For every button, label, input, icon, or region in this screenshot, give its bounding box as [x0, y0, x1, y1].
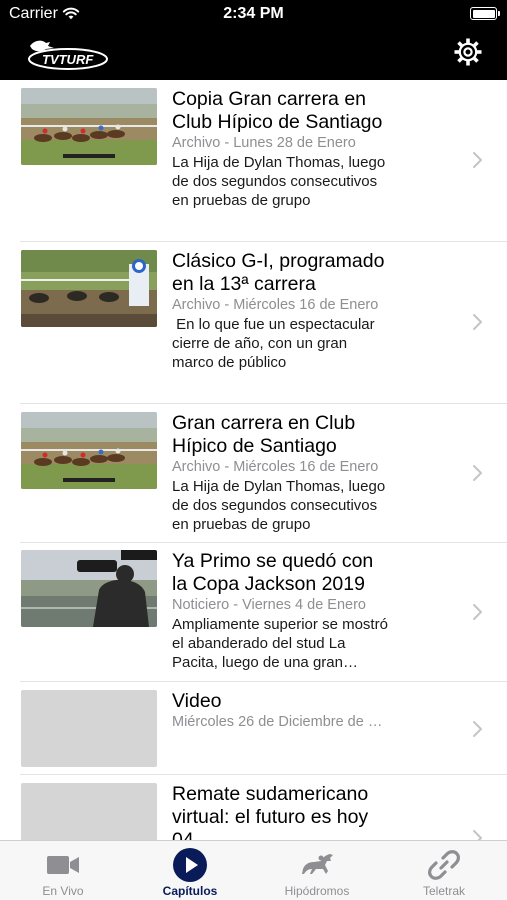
item-meta: Archivo - Lunes 28 de Enero	[172, 135, 356, 151]
item-meta: Archivo - Miércoles 16 de Enero	[172, 459, 379, 475]
tab-label: En Vivo	[42, 884, 84, 898]
chevron-right-icon	[473, 465, 482, 481]
list-item[interactable]: Clásico G-I, programado en la 13ª carrer…	[0, 242, 507, 404]
clock: 2:34 PM	[223, 5, 284, 22]
tab-teletrak[interactable]: Teletrak	[381, 841, 507, 900]
tab-bar: En Vivo Capítulos Hipódromos Teletrak	[0, 840, 507, 900]
horse-icon	[302, 854, 333, 874]
placeholder-thumbnail	[21, 690, 157, 767]
episode-list[interactable]: Copia Gran carrera en Club Hípico de San…	[0, 80, 507, 840]
list-item-content: Copia Gran carrera en Club Hípico de San…	[172, 88, 390, 210]
list-item[interactable]: Video Miércoles 26 de Diciembre de 2018	[0, 682, 507, 775]
tab-label: Hipódromos	[284, 884, 350, 898]
camera-operator-thumbnail	[21, 550, 157, 627]
chevron-right-icon	[473, 830, 482, 840]
placeholder-thumbnail	[21, 783, 157, 840]
item-description: La Hija de Dylan Thomas, luego de dos se…	[172, 154, 386, 209]
svg-text:TVTURF: TVTURF	[42, 52, 94, 67]
horse-race-track-thumbnail	[21, 412, 157, 489]
tab-hipodromos[interactable]: Hipódromos	[254, 841, 380, 900]
item-description: Ampliamente superior se mostró el abande…	[172, 616, 388, 671]
gear-icon[interactable]	[453, 37, 483, 67]
item-title: Video	[172, 690, 222, 712]
status-bar: Carrier 2:34 PM	[0, 0, 507, 28]
chevron-right-icon	[473, 314, 482, 330]
item-description: En lo que fue un espectacular cierre de …	[172, 316, 379, 371]
tvturf-logo[interactable]: TVTURF	[24, 36, 110, 72]
list-item[interactable]: Gran carrera en Club Hípico de Santiago …	[0, 404, 507, 543]
item-meta: Noticiero - Viernes 4 de Enero	[172, 597, 366, 613]
chevron-right-icon	[473, 604, 482, 620]
list-item-content: Clásico G-I, programado en la 13ª carrer…	[172, 250, 390, 372]
horse-race-finish-post-thumbnail	[21, 250, 157, 327]
tab-label: Teletrak	[422, 884, 466, 898]
top-bar: Carrier 2:34 PM TVTURF	[0, 0, 507, 80]
list-item[interactable]: Copia Gran carrera en Club Hípico de San…	[0, 80, 507, 242]
list-item-content: Remate sudamericano virtual: el futuro e…	[172, 783, 390, 840]
item-title: Ya Primo se quedó con la Copa Jackson 20…	[172, 550, 374, 595]
link-icon	[428, 850, 460, 880]
item-title: Copia Gran carrera en Club Hípico de San…	[172, 88, 383, 133]
item-meta: Miércoles 26 de Diciembre de 2018	[172, 714, 390, 730]
item-title: Clásico G-I, programado en la 13ª carrer…	[172, 250, 385, 295]
list-item-content: Video Miércoles 26 de Diciembre de 2018	[172, 690, 390, 732]
list-item-content: Ya Primo se quedó con la Copa Jackson 20…	[172, 550, 390, 672]
video-camera-icon	[47, 856, 79, 874]
item-meta: Archivo - Miércoles 16 de Enero	[172, 297, 379, 313]
horse-race-track-thumbnail	[21, 88, 157, 165]
chevron-right-icon	[473, 152, 482, 168]
tab-capitulos[interactable]: Capítulos	[127, 841, 253, 900]
item-description: La Hija de Dylan Thomas, luego de dos se…	[172, 478, 386, 533]
item-title: Remate sudamericano virtual: el futuro e…	[172, 783, 369, 840]
chevron-right-icon	[473, 721, 482, 737]
tab-label: Capítulos	[162, 884, 218, 898]
play-circle-icon	[173, 848, 207, 882]
list-item[interactable]: Ya Primo se quedó con la Copa Jackson 20…	[0, 543, 507, 682]
list-item[interactable]: Remate sudamericano virtual: el futuro e…	[0, 775, 507, 840]
tab-en-vivo[interactable]: En Vivo	[0, 841, 126, 900]
list-item-content: Gran carrera en Club Hípico de Santiago …	[172, 412, 390, 534]
item-title: Gran carrera en Club Hípico de Santiago	[172, 412, 356, 457]
battery-icon	[470, 7, 500, 20]
